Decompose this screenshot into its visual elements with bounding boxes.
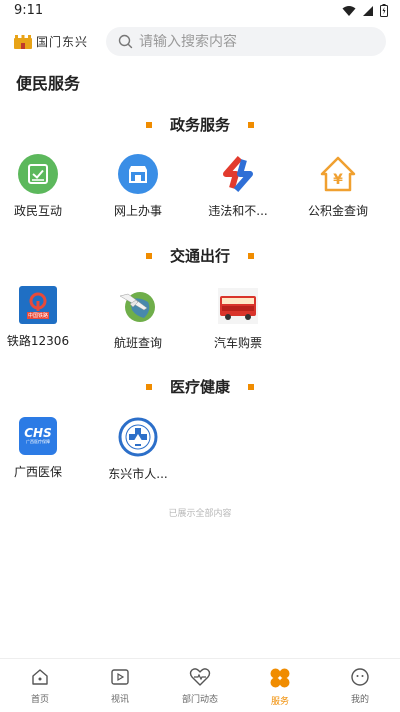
chs-badge: CHS	[24, 426, 52, 440]
tab-video[interactable]: 视讯	[80, 659, 160, 712]
section-dot	[145, 121, 152, 128]
search-input[interactable]	[139, 33, 359, 50]
section-label: 医疗健康	[169, 378, 230, 396]
bus-icon	[218, 286, 258, 326]
tile-label: 航班查询	[113, 336, 162, 350]
railway-badge: 中国铁路	[26, 311, 49, 319]
search-bar[interactable]	[106, 27, 386, 56]
home-icon	[32, 669, 48, 685]
tile-label: 公积金查询	[307, 204, 368, 218]
report-arrows-icon	[218, 154, 258, 194]
signal-icon	[363, 5, 373, 16]
status-time: 9:11	[14, 3, 44, 18]
end-of-content-note: 已展示全部内容	[168, 509, 232, 519]
page-title: 便民服务	[16, 74, 81, 93]
tab-label: 首页	[30, 695, 49, 705]
tab-department-news[interactable]: 部门动态	[160, 659, 240, 712]
app-logo[interactable]: 国门东兴	[14, 33, 88, 50]
bottom-tab-bar: 首页 视讯 部门动态 服务 我的	[0, 658, 400, 712]
section-title-health: 医疗健康	[0, 376, 400, 397]
search-icon	[118, 34, 133, 49]
storefront-icon	[118, 154, 158, 194]
section-dot	[145, 252, 152, 259]
tab-label: 服务	[270, 697, 289, 707]
tile-label: 网上办事	[113, 204, 162, 218]
app-header: 国门东兴	[0, 26, 400, 58]
tab-label: 部门动态	[181, 695, 218, 705]
section-title-gov: 政务服务	[0, 114, 400, 135]
section-dot	[248, 252, 254, 259]
clover-icon	[270, 668, 290, 688]
tile-violation-report[interactable]: 违法和不...	[188, 154, 288, 219]
hospital-emblem-icon	[118, 417, 158, 457]
section-dot	[145, 383, 152, 390]
section-label: 政务服务	[169, 116, 230, 134]
section-title-traffic: 交通出行	[0, 245, 400, 266]
tile-label: 铁路12306	[6, 334, 70, 348]
tile-label: 违法和不...	[208, 204, 268, 218]
tile-flight-search[interactable]: 航班查询	[88, 286, 188, 351]
tile-label: 广西医保	[13, 465, 62, 479]
tile-housing-fund[interactable]: ¥ 公积金查询	[288, 154, 388, 219]
wifi-icon	[342, 5, 356, 16]
house-yuan-icon: ¥	[318, 154, 358, 194]
airplane-globe-icon	[118, 286, 158, 326]
china-railway-icon: 中国铁路	[19, 286, 57, 324]
tile-bus-ticket[interactable]: 汽车购票	[188, 286, 288, 351]
logo-text: 国门东兴	[36, 35, 89, 49]
tile-railway-12306[interactable]: 中国铁路 铁路12306	[0, 286, 88, 349]
tile-label: 政民互动	[13, 204, 62, 218]
heart-pulse-icon	[189, 668, 211, 686]
chs-medical-insurance-icon: CHS 广西医疗保障	[19, 417, 57, 455]
tile-dongxing-people[interactable]: 东兴市人...	[88, 417, 188, 482]
svg-text:¥: ¥	[333, 172, 343, 188]
tab-services[interactable]: 服务	[240, 659, 320, 712]
great-wall-logo-icon	[14, 34, 32, 49]
tile-label: 东兴市人...	[108, 467, 168, 481]
tile-guangxi-medical-insurance[interactable]: CHS 广西医疗保障 广西医保	[0, 417, 88, 480]
tab-label: 我的	[350, 695, 369, 705]
profile-face-icon	[351, 668, 369, 686]
video-icon	[111, 669, 129, 685]
tile-gov-interaction[interactable]: 政民互动	[0, 154, 88, 219]
chat-check-icon	[18, 154, 58, 194]
status-bar: 9:11	[0, 0, 400, 24]
tab-label: 视讯	[110, 695, 129, 705]
section-dot	[248, 383, 254, 390]
chs-sub: 广西医疗保障	[26, 439, 50, 444]
section-dot	[248, 121, 254, 128]
status-icons	[342, 4, 388, 17]
section-label: 交通出行	[169, 247, 230, 265]
tile-label: 汽车购票	[213, 336, 262, 350]
tile-online-service[interactable]: 网上办事	[88, 154, 188, 219]
tab-home[interactable]: 首页	[0, 659, 80, 712]
tab-profile[interactable]: 我的	[320, 659, 400, 712]
battery-icon	[380, 4, 388, 17]
